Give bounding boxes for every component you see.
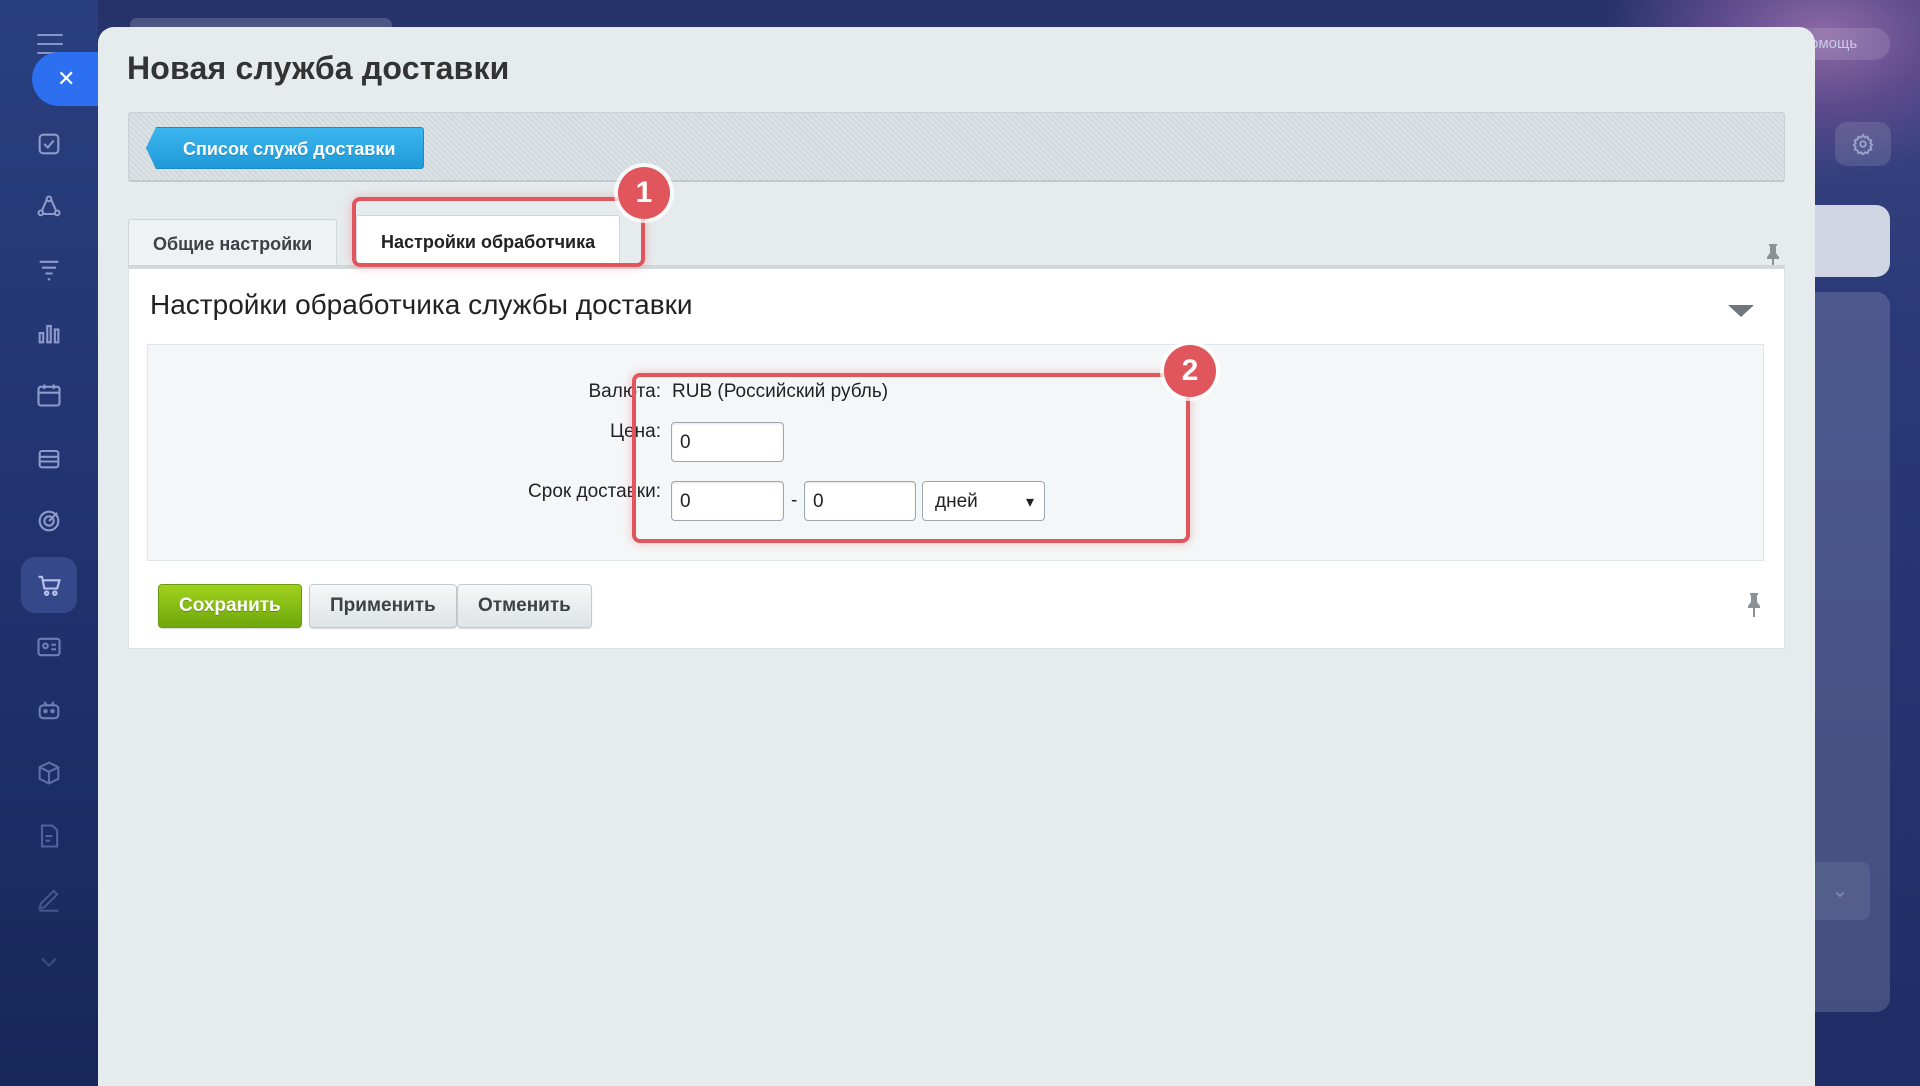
highlight-form-fields: [632, 373, 1190, 543]
close-slider-button[interactable]: ✕: [32, 52, 102, 106]
section-title: Настройки обработчика службы доставки: [150, 289, 693, 320]
robot-icon[interactable]: [34, 695, 64, 725]
highlight-handler-tab: [352, 197, 645, 267]
chevron-down-icon: ⌄: [1810, 862, 1870, 920]
annotation-badge-1: 1: [618, 167, 670, 219]
shop-cart-icon[interactable]: [21, 557, 77, 613]
target-icon[interactable]: [34, 506, 64, 536]
context-toolbar: Список служб доставки: [128, 112, 1785, 182]
funnel-icon[interactable]: [34, 255, 64, 285]
page-title: Новая служба доставки: [127, 50, 510, 86]
price-label: Цена:: [610, 421, 661, 442]
calendar-icon[interactable]: [34, 380, 64, 410]
analytics-icon[interactable]: [34, 318, 64, 348]
chevron-down-icon[interactable]: [34, 947, 64, 977]
pencil-icon[interactable]: [34, 884, 64, 914]
left-sidebar: [0, 0, 98, 1086]
cancel-button[interactable]: Отменить: [457, 584, 592, 628]
pin-icon[interactable]: [1745, 592, 1763, 618]
apply-button[interactable]: Применить: [309, 584, 457, 628]
slider-panel: Новая служба доставки Список служб доста…: [98, 27, 1815, 1086]
delivery-time-label: Срок доставки:: [528, 481, 661, 502]
currency-label: Валюта:: [588, 381, 662, 402]
store-icon[interactable]: [34, 443, 64, 473]
collapse-arrow-icon[interactable]: [1728, 305, 1754, 317]
delivery-list-button[interactable]: Список служб доставки: [146, 127, 425, 169]
gear-icon[interactable]: [1835, 122, 1891, 166]
annotation-badge-2: 2: [1164, 345, 1216, 397]
contact-card-icon[interactable]: [34, 632, 64, 662]
close-icon: ✕: [57, 66, 76, 91]
menu-icon[interactable]: [37, 34, 63, 54]
document-edit-icon[interactable]: [34, 821, 64, 851]
crm-icon[interactable]: [34, 192, 64, 222]
save-button[interactable]: Сохранить: [158, 584, 302, 628]
tab-general-settings[interactable]: Общие настройки: [128, 219, 338, 269]
box-icon[interactable]: [34, 758, 64, 788]
tasks-icon[interactable]: [34, 129, 64, 159]
